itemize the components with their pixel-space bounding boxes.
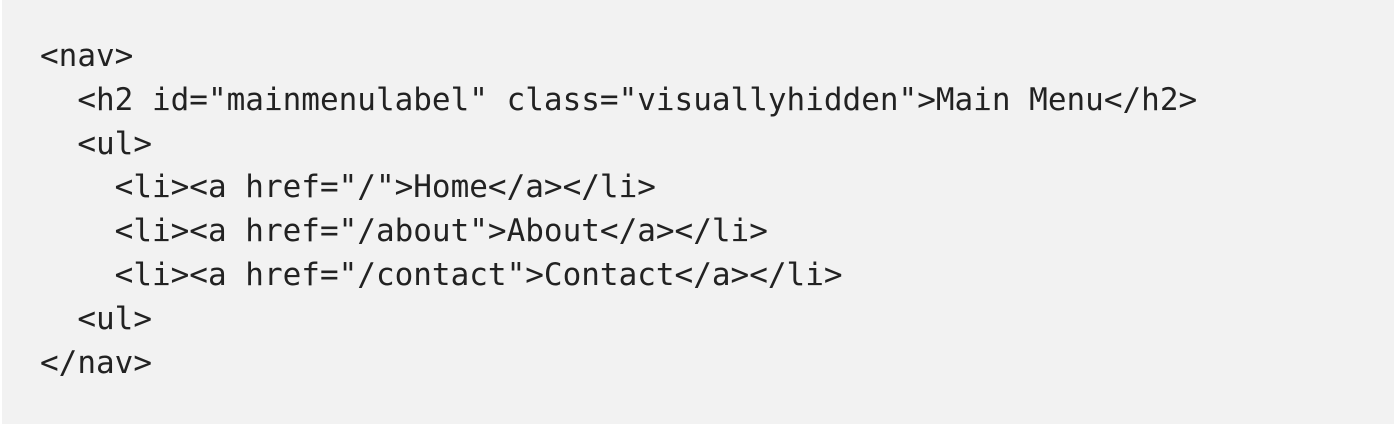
code-line-li-home: <li><a href="/">Home</a></li> [40, 169, 656, 206]
code-line-li-contact: <li><a href="/contact">Contact</a></li> [40, 256, 843, 293]
code-line-li-about: <li><a href="/about">About</a></li> [40, 213, 768, 250]
code-line-nav-open: <nav> [40, 38, 134, 74]
code-line-h2: <h2 id="mainmenulabel" class="visuallyhi… [40, 81, 1198, 118]
code-block: <nav> <h2 id="mainmenulabel" class="visu… [2, 0, 1394, 424]
code-line-ul-open: <ul> [40, 125, 152, 162]
code-line-nav-close: </nav> [40, 344, 152, 381]
code-line-ul-close: <ul> [40, 300, 152, 337]
